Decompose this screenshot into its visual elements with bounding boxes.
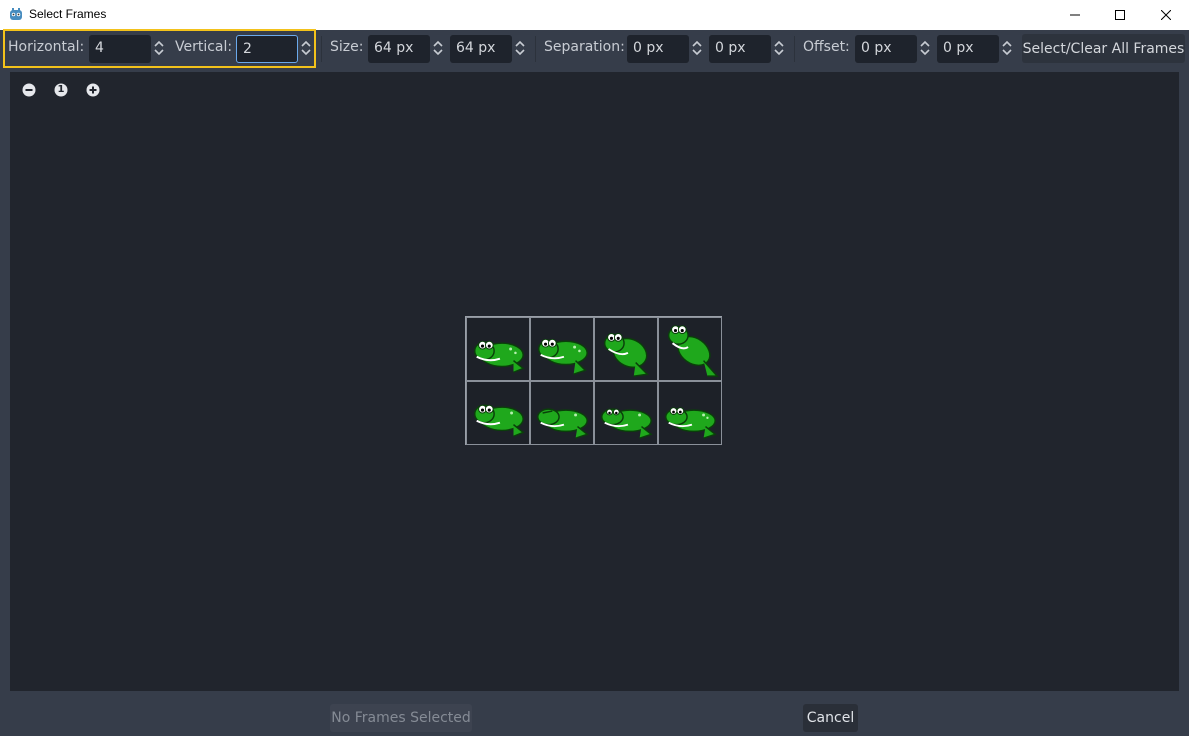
- offset-y-spinbox[interactable]: 0 px: [937, 35, 999, 63]
- zoom-out-icon[interactable]: [21, 82, 37, 98]
- separation-y-spinbox[interactable]: 0 px: [709, 35, 771, 63]
- separation-x-stepper-icon[interactable]: [691, 39, 703, 57]
- add-frames-button[interactable]: No Frames Selected: [330, 704, 472, 732]
- offset-y-stepper-icon[interactable]: [1001, 39, 1013, 57]
- select-clear-all-button[interactable]: Select/Clear All Frames: [1022, 34, 1185, 63]
- frame-cell[interactable]: [658, 381, 722, 445]
- horizontal-label: Horizontal:: [8, 39, 85, 55]
- cancel-button[interactable]: Cancel: [803, 704, 858, 732]
- frame-cell[interactable]: [594, 317, 658, 381]
- frog-icon: [603, 333, 649, 377]
- size-label: Size:: [330, 39, 364, 55]
- size-y-spinbox[interactable]: 64 px: [450, 35, 512, 63]
- offset-x-stepper-icon[interactable]: [919, 39, 931, 57]
- vertical-stepper-icon[interactable]: [300, 39, 312, 57]
- zoom-in-icon[interactable]: [85, 82, 101, 98]
- title-bar: Select Frames: [0, 0, 1189, 30]
- window-title: Select Frames: [29, 7, 107, 21]
- frame-cell[interactable]: [530, 381, 594, 445]
- godot-icon: [10, 8, 22, 20]
- frog-icon: [601, 408, 653, 439]
- frog-icon: [474, 340, 525, 373]
- separation-y-stepper-icon[interactable]: [773, 39, 785, 57]
- size-y-stepper-icon[interactable]: [514, 39, 526, 57]
- frog-icon: [667, 325, 719, 377]
- frog-icon: [474, 404, 525, 437]
- vertical-label: Vertical:: [175, 39, 233, 55]
- horizontal-spinbox[interactable]: 4: [89, 35, 151, 63]
- offset-label: Offset:: [803, 39, 850, 55]
- maximize-icon: [1115, 10, 1125, 20]
- toolbar-divider: [535, 36, 536, 62]
- minimize-button[interactable]: [1052, 0, 1098, 30]
- frame-cell[interactable]: [530, 317, 594, 381]
- close-button[interactable]: [1143, 0, 1189, 30]
- size-x-spinbox[interactable]: 64 px: [368, 35, 430, 63]
- horizontal-stepper-icon[interactable]: [153, 39, 165, 57]
- frame-cell[interactable]: [594, 381, 658, 445]
- maximize-button[interactable]: [1097, 0, 1143, 30]
- frame-cell[interactable]: [658, 317, 722, 381]
- frame-cell[interactable]: [466, 317, 530, 381]
- frog-icon: [538, 338, 588, 375]
- sprite-sheet: [465, 316, 722, 445]
- frog-icon: [537, 408, 589, 439]
- offset-x-spinbox[interactable]: 0 px: [855, 35, 917, 63]
- vertical-spinbox[interactable]: 2: [236, 35, 298, 63]
- toolbar-divider: [321, 36, 322, 62]
- frame-cell[interactable]: [466, 381, 530, 445]
- toolbar-divider: [794, 36, 795, 62]
- separation-x-spinbox[interactable]: 0 px: [627, 35, 689, 63]
- minimize-icon: [1070, 14, 1080, 16]
- size-x-stepper-icon[interactable]: [432, 39, 444, 57]
- close-icon: [1161, 10, 1171, 20]
- zoom-reset-label: 1: [57, 84, 65, 95]
- separation-label: Separation:: [544, 39, 625, 55]
- zoom-reset-button[interactable]: 1: [53, 82, 69, 98]
- frog-icon: [665, 407, 717, 439]
